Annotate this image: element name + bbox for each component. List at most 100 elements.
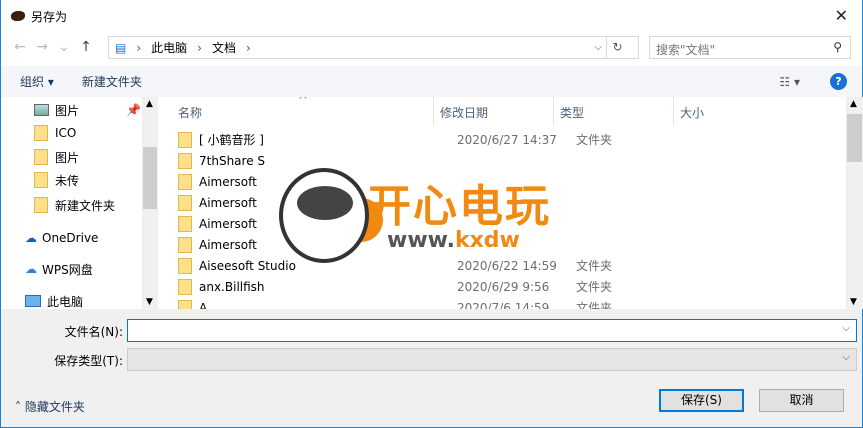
watermark-logo: 开心电玩 www.kxdw	[269, 158, 589, 273]
up-button[interactable]: ↑	[75, 39, 97, 55]
file-name: A	[199, 300, 208, 310]
file-list-scrollbar[interactable]: ▲ ▼	[846, 97, 863, 309]
organize-button[interactable]: 组织 ▾	[20, 73, 54, 90]
file-name: [ 小鹤音形 ]	[199, 133, 264, 147]
folder-icon	[178, 215, 192, 232]
sidebar-item-label: 图片	[55, 150, 80, 165]
filetype-label: 保存类型(T):	[54, 354, 123, 368]
chevron-down-icon[interactable]: ⌵	[842, 352, 850, 363]
sidebar-item-wps-drive[interactable]: ☁ WPS网盘	[25, 258, 158, 280]
sidebar-item-images[interactable]: 图片	[34, 146, 158, 168]
sidebar-item-onedrive[interactable]: ☁ OneDrive	[25, 227, 158, 249]
hide-folders-button[interactable]: ˄ 隐藏文件夹	[15, 398, 85, 415]
navigation-pane: 图片 📌 ICO 图片 未传 新建文件夹 ☁ OneDrive ☁ WPS网盘 此电脑…	[1, 97, 158, 309]
column-header-size[interactable]: 大小	[674, 97, 794, 125]
chevron-down-icon[interactable]: ⌵	[842, 323, 850, 334]
column-header-name[interactable]: 名称	[172, 97, 434, 125]
breadcrumb-this-pc[interactable]: 此电脑	[151, 39, 187, 56]
pin-icon[interactable]: 📌	[126, 103, 141, 117]
forward-button[interactable]: →	[31, 39, 53, 55]
watermark-mascot	[279, 168, 369, 263]
recent-locations-button[interactable]: ⌄	[53, 39, 75, 55]
folder-icon	[178, 173, 192, 190]
search-input[interactable]: 搜索"文档" ⚲	[649, 36, 851, 59]
sidebar-item-new-folder[interactable]: 新建文件夹	[34, 194, 158, 216]
refresh-button[interactable]: ↻	[606, 37, 628, 58]
sidebar-item-label: WPS网盘	[42, 262, 93, 277]
sidebar-item-ico[interactable]: ICO	[34, 122, 158, 144]
sidebar-scrollbar[interactable]: ▲ ▼	[142, 97, 158, 309]
file-type: 文件夹	[576, 133, 613, 147]
breadcrumb-documents[interactable]: 文档	[212, 39, 236, 56]
folder-icon	[34, 172, 48, 188]
scroll-up-icon[interactable]: ▲	[146, 99, 153, 109]
folder-icon	[34, 149, 48, 165]
close-button[interactable]: ✕	[835, 6, 848, 25]
folder-icon	[34, 197, 48, 213]
filetype-select[interactable]: ⌵	[127, 348, 857, 371]
file-list-scrollbar-thumb[interactable]	[847, 114, 862, 162]
folder-icon	[178, 278, 192, 295]
chevron-right-icon: ›	[197, 40, 202, 55]
folder-icon	[178, 299, 192, 309]
navigation-bar: ← → ⌄ ↑ ▤ › 此电脑 › 文档 › ⌵ ↻ 搜索"文档" ⚲	[1, 32, 862, 62]
file-row[interactable]: anx.Billfish 2020/6/29 9:56 文件夹	[178, 276, 838, 297]
scroll-down-icon[interactable]: ▼	[850, 297, 857, 307]
save-button[interactable]: 保存(S)	[659, 389, 744, 412]
file-date: 2020/6/27 14:37	[457, 132, 557, 147]
folder-icon	[34, 125, 48, 141]
file-type: 文件夹	[576, 280, 613, 294]
onedrive-cloud-icon: ☁	[25, 231, 37, 245]
pictures-icon	[34, 104, 49, 116]
chevron-right-icon: ›	[136, 40, 142, 55]
file-date: 2020/6/29 9:56	[457, 279, 550, 294]
folder-icon	[178, 257, 192, 274]
sidebar-item-this-pc[interactable]: 此电脑	[25, 290, 158, 309]
filename-input[interactable]: ⌵	[127, 319, 857, 342]
sidebar-item-pictures[interactable]: 图片 📌	[34, 99, 158, 121]
search-icon: ⚲	[833, 40, 842, 54]
wps-cloud-icon: ☁	[25, 262, 37, 276]
new-folder-button[interactable]: 新建文件夹	[82, 73, 142, 90]
help-button[interactable]: ?	[830, 73, 847, 90]
file-type: 文件夹	[576, 301, 613, 309]
sidebar-item-label: 图片	[55, 103, 80, 118]
sidebar-item-label: 此电脑	[47, 294, 84, 309]
chevron-right-icon: ›	[246, 40, 251, 55]
cancel-button[interactable]: 取消	[759, 389, 844, 412]
sidebar-item-label: 新建文件夹	[55, 198, 116, 213]
address-dropdown-icon[interactable]: ⌵	[594, 42, 602, 53]
folder-icon	[178, 152, 192, 169]
watermark-url: www.kxdw	[387, 228, 520, 253]
computer-icon	[25, 295, 41, 307]
title-bar: 另存为	[1, 0, 862, 32]
sidebar-item-weichuan[interactable]: 未传	[34, 169, 158, 191]
chevron-up-icon: ˄	[15, 400, 25, 414]
file-row[interactable]: A 2020/7/6 14:59 文件夹	[178, 297, 838, 309]
save-as-dialog: 另存为 ✕ ← → ⌄ ↑ ▤ › 此电脑 › 文档 › ⌵ ↻ 搜索"文档" …	[0, 0, 863, 428]
file-name: anx.Billfish	[199, 279, 265, 294]
view-options-button[interactable]: ☷ ▾	[779, 75, 800, 89]
hide-folders-label: 隐藏文件夹	[24, 400, 85, 414]
documents-icon: ▤	[115, 40, 127, 55]
sidebar-item-label: 未传	[55, 173, 80, 188]
file-row[interactable]: [ 小鹤音形 ] 2020/6/27 14:37 文件夹	[178, 129, 838, 150]
search-placeholder: 搜索"文档"	[656, 43, 716, 57]
filename-label: 文件名(N):	[64, 325, 123, 339]
sidebar-scrollbar-thumb[interactable]	[143, 147, 157, 209]
folder-icon	[178, 131, 192, 148]
toolbar: 组织 ▾ 新建文件夹 ☷ ▾ ?	[1, 66, 862, 97]
sidebar-item-label: ICO	[55, 126, 77, 140]
address-bar[interactable]: ▤ › 此电脑 › 文档 › ⌵ ↻	[108, 36, 639, 59]
back-button[interactable]: ←	[9, 39, 31, 55]
column-header-date[interactable]: 修改日期	[434, 97, 554, 125]
column-header-type[interactable]: 类型	[554, 97, 674, 125]
file-date: 2020/7/6 14:59	[457, 300, 550, 310]
scroll-up-icon[interactable]: ▲	[850, 99, 857, 109]
dialog-title: 另存为	[31, 9, 68, 24]
watermark-text: 开心电玩	[367, 181, 551, 232]
folder-icon	[178, 236, 192, 253]
scroll-down-icon[interactable]: ▼	[146, 297, 153, 307]
sidebar-item-label: OneDrive	[42, 231, 99, 245]
folder-icon	[178, 194, 192, 211]
